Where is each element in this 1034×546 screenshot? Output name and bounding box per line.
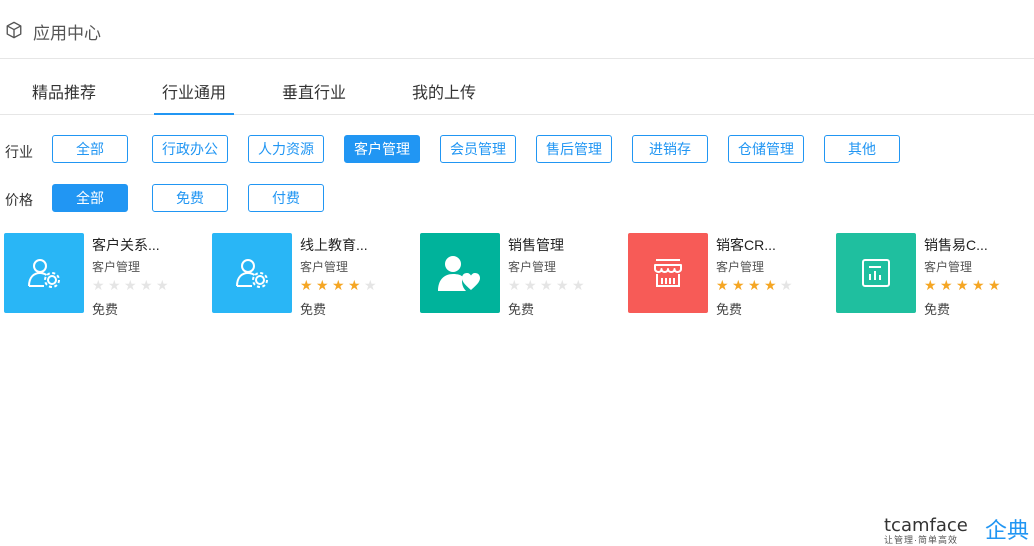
- user-gear-icon: [236, 259, 268, 288]
- industry-filter-label: 行业: [5, 144, 33, 160]
- price-filter-label: 价格: [5, 192, 33, 208]
- user-gear-icon: [28, 259, 60, 288]
- app-rating: ★ ★ ★ ★ ★: [92, 277, 172, 294]
- tab-featured[interactable]: 精品推荐: [32, 79, 96, 103]
- app-rating: ★ ★ ★ ★ ★: [924, 277, 1004, 294]
- star-icon: ★: [108, 277, 121, 293]
- app-icon-box[interactable]: [212, 233, 292, 313]
- storefront-icon: [654, 259, 682, 287]
- app-center-header: 应用中心: [0, 0, 1034, 59]
- star-icon: ★: [764, 277, 777, 293]
- brand-watermark: tcamface 企典 让管理·简单高效: [884, 515, 1029, 545]
- app-name[interactable]: 销客CR...: [716, 235, 776, 255]
- star-icon: ★: [140, 277, 153, 293]
- star-icon: ★: [540, 277, 553, 293]
- app-price: 免费: [300, 302, 327, 317]
- star-icon: ★: [940, 277, 953, 293]
- star-icon: ★: [92, 277, 105, 293]
- star-icon: ★: [524, 277, 537, 293]
- app-card[interactable]: 销售管理 客户管理 ★ ★ ★ ★ ★ 免费: [420, 233, 620, 317]
- industry-chip-warehouse[interactable]: 仓储管理: [728, 135, 804, 163]
- industry-chip-inventory[interactable]: 进销存: [632, 135, 708, 163]
- industry-chip-after-sales[interactable]: 售后管理: [536, 135, 612, 163]
- app-name[interactable]: 销售管理: [508, 235, 564, 255]
- app-category: 客户管理: [508, 260, 557, 274]
- star-icon: ★: [780, 277, 793, 293]
- app-card[interactable]: 销售易C... 客户管理 ★ ★ ★ ★ ★ 免费: [836, 233, 1034, 317]
- industry-chip-other[interactable]: 其他: [824, 135, 900, 163]
- page-title: 应用中心: [33, 24, 101, 43]
- app-price: 免费: [508, 302, 535, 317]
- star-icon: ★: [988, 277, 1001, 293]
- industry-chip-membership[interactable]: 会员管理: [440, 135, 516, 163]
- star-icon: ★: [732, 277, 745, 293]
- category-tabs: 精品推荐 行业通用 垂直行业 我的上传: [0, 60, 1034, 115]
- star-icon: ★: [956, 277, 969, 293]
- star-icon: ★: [924, 277, 937, 293]
- tab-my-uploads[interactable]: 我的上传: [412, 79, 476, 103]
- price-chip-paid[interactable]: 付费: [248, 184, 324, 212]
- app-category: 客户管理: [716, 260, 765, 274]
- app-price: 免费: [92, 302, 119, 317]
- star-icon: ★: [972, 277, 985, 293]
- app-price: 免费: [716, 302, 743, 317]
- star-icon: ★: [364, 277, 377, 293]
- tab-general[interactable]: 行业通用: [153, 79, 235, 115]
- app-rating: ★ ★ ★ ★ ★: [716, 277, 796, 294]
- report-icon: [862, 259, 890, 287]
- app-icon-box[interactable]: [4, 233, 84, 313]
- user-heart-icon: [438, 256, 480, 291]
- price-chip-free[interactable]: 免费: [152, 184, 228, 212]
- star-icon: ★: [716, 277, 729, 293]
- app-icon-box[interactable]: [628, 233, 708, 313]
- app-category: 客户管理: [924, 260, 973, 274]
- app-name[interactable]: 线上教育...: [300, 235, 368, 255]
- app-card[interactable]: 销客CR... 客户管理 ★ ★ ★ ★ ★ 免费: [628, 233, 828, 317]
- app-icon-box[interactable]: [420, 233, 500, 313]
- star-icon: ★: [156, 277, 169, 293]
- star-icon: ★: [508, 277, 521, 293]
- industry-chip-admin[interactable]: 行政办公: [152, 135, 228, 163]
- star-icon: ★: [572, 277, 585, 293]
- star-icon: ★: [124, 277, 137, 293]
- app-card[interactable]: 客户关系... 客户管理 ★ ★ ★ ★ ★ 免费: [4, 233, 204, 317]
- star-icon: ★: [316, 277, 329, 293]
- cube-icon: [6, 21, 22, 39]
- app-rating: ★ ★ ★ ★ ★: [508, 277, 588, 294]
- star-icon: ★: [332, 277, 345, 293]
- star-icon: ★: [348, 277, 361, 293]
- price-chip-all[interactable]: 全部: [52, 184, 128, 212]
- brand-name-cn: 企典: [985, 518, 1030, 543]
- app-category: 客户管理: [300, 260, 349, 274]
- app-category: 客户管理: [92, 260, 141, 274]
- app-price: 免费: [924, 302, 951, 317]
- star-icon: ★: [556, 277, 569, 293]
- industry-chip-all[interactable]: 全部: [52, 135, 128, 163]
- industry-chip-crm[interactable]: 客户管理: [344, 135, 420, 163]
- app-name[interactable]: 销售易C...: [924, 235, 988, 255]
- app-card[interactable]: 线上教育... 客户管理 ★ ★ ★ ★ ★ 免费: [212, 233, 412, 317]
- tab-vertical[interactable]: 垂直行业: [282, 79, 346, 103]
- star-icon: ★: [300, 277, 313, 293]
- app-icon-box[interactable]: [836, 233, 916, 313]
- app-rating: ★ ★ ★ ★ ★: [300, 277, 380, 294]
- app-name[interactable]: 客户关系...: [92, 235, 160, 255]
- star-icon: ★: [748, 277, 761, 293]
- industry-chip-hr[interactable]: 人力资源: [248, 135, 324, 163]
- brand-slogan: 让管理·简单高效: [884, 535, 958, 545]
